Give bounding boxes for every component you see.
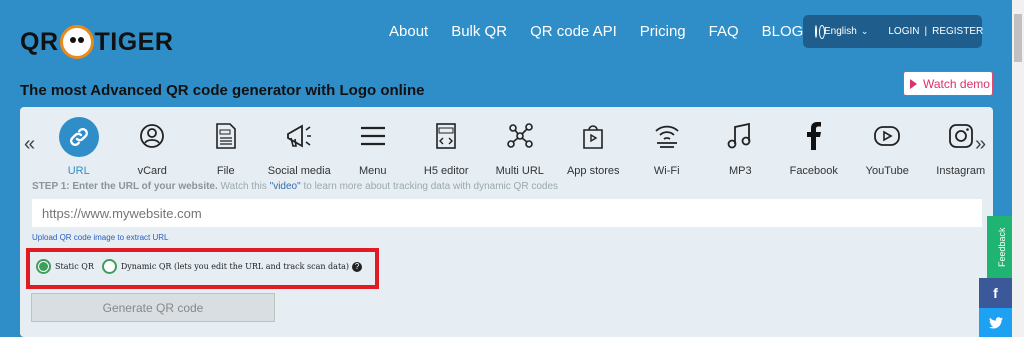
app-store-icon (581, 122, 605, 153)
main-nav: About Bulk QR QR code API Pricing FAQ BL… (389, 22, 826, 42)
step-instructions: STEP 1: Enter the URL of your website. W… (32, 181, 558, 192)
account-bar: English ⌄ LOGIN | REGISTER (803, 15, 983, 48)
language-select[interactable]: English (824, 26, 857, 37)
tab-social-media[interactable]: Social media (263, 117, 337, 177)
qr-type-tabs: URL vCard File Social media Menu H5 edit… (42, 117, 998, 177)
register-link[interactable]: REGISTER (932, 26, 983, 37)
dynamic-qr-label[interactable]: Dynamic QR (lets you edit the URL and tr… (121, 262, 349, 271)
tab-facebook[interactable]: Facebook (777, 117, 851, 177)
tab-label: URL (67, 165, 90, 177)
globe-icon (815, 25, 825, 39)
instagram-icon (948, 123, 974, 152)
tab-label: vCard (137, 165, 167, 177)
nav-blog[interactable]: BLOG (762, 22, 804, 42)
youtube-icon (873, 124, 901, 151)
step-text-after: to learn more about tracking data with d… (300, 181, 559, 192)
wifi-icon (653, 123, 681, 152)
twitter-share-icon[interactable] (979, 308, 1012, 337)
static-qr-label[interactable]: Static QR (55, 262, 94, 271)
tab-label: YouTube (865, 165, 909, 177)
tab-h5-editor[interactable]: H5 editor (410, 117, 484, 177)
tab-multi-url[interactable]: Multi URL (483, 117, 557, 177)
watch-demo-label: Watch demo (923, 76, 990, 91)
tab-wifi[interactable]: Wi-Fi (630, 117, 704, 177)
help-icon[interactable]: ? (352, 261, 363, 272)
facebook-share-icon[interactable]: f (979, 278, 1012, 308)
step-title: STEP 1: Enter the URL of your website. (32, 181, 218, 192)
video-link[interactable]: "video" (270, 181, 301, 192)
separator: | (924, 26, 928, 37)
menu-icon (359, 124, 387, 151)
nav-bulk-qr[interactable]: Bulk QR (451, 22, 507, 42)
music-icon (727, 122, 753, 153)
dynamic-qr-radio[interactable] (101, 259, 117, 274)
tab-youtube[interactable]: YouTube (851, 117, 925, 177)
multi-url-icon (506, 122, 534, 153)
url-input[interactable] (32, 199, 982, 227)
chevron-down-icon[interactable]: ⌄ (861, 26, 869, 37)
megaphone-icon (284, 122, 314, 153)
generator-panel: « » URL vCard File Social media Menu H5 … (20, 107, 993, 337)
tab-label: H5 editor (423, 165, 469, 177)
scroll-left-icon[interactable]: « (24, 133, 35, 156)
logo[interactable]: QR TIGER (20, 22, 173, 62)
tab-instagram[interactable]: Instagram (924, 117, 998, 177)
link-icon (58, 117, 99, 157)
tiger-logo-icon (59, 25, 94, 59)
tab-label: Wi-Fi (653, 165, 680, 177)
generate-qr-button[interactable]: Generate QR code (31, 293, 275, 322)
login-link[interactable]: LOGIN (888, 26, 919, 37)
tab-vcard[interactable]: vCard (116, 117, 190, 177)
tab-app-stores[interactable]: App stores (557, 117, 631, 177)
facebook-icon (806, 121, 822, 153)
static-qr-radio[interactable] (36, 259, 51, 274)
tab-mp3[interactable]: MP3 (704, 117, 778, 177)
step-text: Watch this (217, 181, 270, 192)
tab-label: App stores (566, 165, 620, 177)
scrollbar-thumb[interactable] (1014, 14, 1022, 62)
html-icon (434, 122, 458, 153)
play-icon (910, 78, 917, 89)
logo-text-qr: QR (20, 27, 59, 56)
tab-label: MP3 (728, 165, 752, 177)
logo-text-tiger: TIGER (94, 27, 174, 56)
qr-type-radios: Static QR Dynamic QR (lets you edit the … (36, 259, 363, 274)
tab-file[interactable]: File (189, 117, 263, 177)
page-title: The most Advanced QR code generator with… (20, 82, 425, 99)
upload-qr-link[interactable]: Upload QR code image to extract URL (32, 233, 169, 242)
tab-url[interactable]: URL (42, 117, 116, 177)
tab-label: Facebook (789, 165, 838, 177)
nav-faq[interactable]: FAQ (709, 22, 739, 42)
tab-label: Multi URL (495, 165, 544, 177)
tab-label: Social media (267, 165, 331, 177)
file-icon (214, 122, 238, 153)
nav-about[interactable]: About (389, 22, 428, 42)
tab-label: Instagram (936, 165, 986, 177)
scrollbar[interactable] (1012, 0, 1024, 337)
site-header: QR TIGER About Bulk QR QR code API Prici… (0, 0, 1024, 80)
tab-menu[interactable]: Menu (336, 117, 410, 177)
tab-label: Menu (358, 165, 387, 177)
nav-qr-code-api[interactable]: QR code API (530, 22, 617, 42)
watch-demo-button[interactable]: Watch demo (903, 71, 993, 96)
nav-pricing[interactable]: Pricing (640, 22, 686, 42)
user-icon (139, 123, 165, 152)
tab-label: File (216, 165, 235, 177)
